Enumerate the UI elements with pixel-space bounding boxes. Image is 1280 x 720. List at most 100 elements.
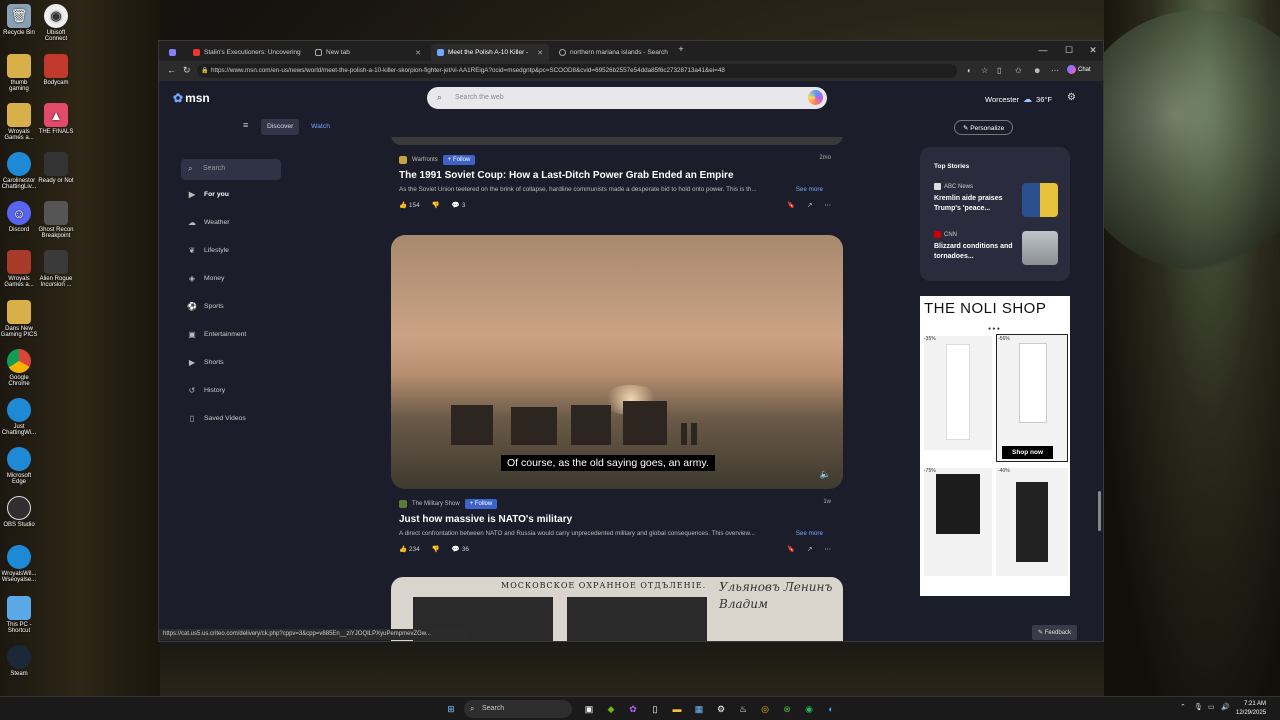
reader-icon[interactable]: ◐ <box>967 66 972 75</box>
previous-video-thumbnail[interactable] <box>391 137 843 145</box>
desktop-icon[interactable]: Just ChattingWi... <box>0 398 38 436</box>
share-icon[interactable]: ↗ <box>807 545 812 553</box>
desktop-icon[interactable]: This PC - Shortcut <box>0 596 38 634</box>
widgets-icon[interactable]: ◆ <box>604 702 618 716</box>
desktop-icon[interactable]: Bodycam <box>37 54 75 86</box>
sidebar-item-saved-videos[interactable]: ▯ Saved Videos <box>187 414 246 423</box>
close-tab-icon[interactable]: ✕ <box>415 49 421 57</box>
save-bookmark-icon[interactable]: 🔖 <box>787 545 795 553</box>
tab-discover[interactable]: Discover <box>261 119 300 135</box>
back-icon[interactable]: ← <box>167 65 176 75</box>
card-headline[interactable]: Just how massive is NATO's military <box>399 514 831 525</box>
ad-product-blouse[interactable] <box>924 468 992 576</box>
web-search-input[interactable]: ⌕ Search the web <box>427 87 827 109</box>
follow-button[interactable]: + Follow <box>464 499 498 509</box>
desktop-icon[interactable]: thumb gaming <box>0 54 38 92</box>
edge-icon[interactable]: ◐ <box>824 702 838 716</box>
profile-icon[interactable]: ☻ <box>1033 66 1041 75</box>
top-story-item[interactable]: CNN Blizzard conditions and tornadoes... <box>934 231 1058 265</box>
start-windows-icon[interactable]: ⊞ <box>444 702 458 716</box>
desktop-icon[interactable]: Ready or Not <box>37 152 75 184</box>
desktop-icon[interactable]: WroyalsWil... Wseoyalse... <box>0 545 38 583</box>
dislike-icon[interactable]: 👎 <box>432 545 440 553</box>
personalize-button[interactable]: ✎ Personalize <box>954 120 1014 135</box>
more-options-icon[interactable]: ⋯ <box>825 201 832 209</box>
desktop-icon[interactable]: ◉ Ubisoft Connect <box>37 4 75 42</box>
steam-icon[interactable]: ♨ <box>736 702 750 716</box>
see-more-link[interactable]: See more <box>796 186 823 193</box>
save-bookmark-icon[interactable]: 🔖 <box>787 201 795 209</box>
spotify-icon[interactable]: ◉ <box>802 702 816 716</box>
desktop-icon[interactable]: Ghost Recon Breakpoint <box>37 201 75 239</box>
desktop-icon[interactable]: 🗑 Recycle Bin <box>0 4 38 36</box>
hamburger-menu-icon[interactable]: ≡ <box>243 120 248 130</box>
sidebar-item-money[interactable]: ◈ Money <box>187 274 224 283</box>
sidebar-item-entertainment[interactable]: ▣ Entertainment <box>187 330 246 339</box>
split-screen-icon[interactable]: ▯ <box>997 66 1001 75</box>
ad-product-dress[interactable] <box>996 334 1068 462</box>
card-headline[interactable]: The 1991 Soviet Coup: How a Last-Ditch P… <box>399 170 831 181</box>
desktop-icon[interactable]: OBS Studio <box>0 496 38 528</box>
maximize-button[interactable]: ☐ <box>1059 45 1079 56</box>
shop-now-button[interactable]: Shop now <box>1002 446 1054 459</box>
copilot-chat-button[interactable]: Chat <box>1067 65 1091 74</box>
minimize-button[interactable]: — <box>1033 45 1053 55</box>
url-field[interactable]: 🔒 https://www.msn.com/en-us/news/world/m… <box>197 64 957 78</box>
settings-gear-icon[interactable]: ⚙ <box>714 702 728 716</box>
store-icon[interactable]: ▦ <box>692 702 706 716</box>
more-options-icon[interactable]: ⋯ <box>825 545 832 553</box>
task-view-icon[interactable]: ▣ <box>582 702 596 716</box>
mic-icon[interactable]: 🎙 <box>1194 703 1203 711</box>
tab-watch[interactable]: Watch <box>305 119 336 135</box>
noli-shop-ad[interactable]: THE NOLI SHOP ● ● ● -35% -56% Shop now -… <box>920 296 1070 596</box>
dislike-icon[interactable]: 👎 <box>432 201 440 209</box>
comment-button[interactable]: 💬 36 <box>452 545 469 553</box>
tab-new-tab[interactable]: New tab ✕ <box>309 44 427 61</box>
desktop-icon[interactable]: Carolinestor ChattingLiv... <box>0 152 38 190</box>
monitor-icon[interactable]: ▭ <box>1208 703 1215 711</box>
video-player[interactable]: Of course, as the old saying goes, an ar… <box>391 235 843 489</box>
desktop-icon[interactable]: Microsoft Edge <box>0 447 38 485</box>
taskbar-search[interactable]: ⌕ Search <box>464 700 572 718</box>
desktop-icon[interactable]: Steam <box>0 645 38 677</box>
like-button[interactable]: 👍 154 <box>399 201 420 209</box>
comment-button[interactable]: 💬 3 <box>452 201 466 209</box>
desktop-icon[interactable]: ☺ Discord <box>0 201 38 233</box>
chrome-icon[interactable]: ◎ <box>758 702 772 716</box>
scrollbar-thumb[interactable] <box>1098 491 1101 531</box>
weather-widget[interactable]: Worcester ☁ 36°F <box>985 94 1052 105</box>
new-tab-button[interactable]: + <box>671 44 691 54</box>
page-scrollbar[interactable] <box>1096 81 1103 641</box>
tab-stalin[interactable]: Stalin's Executioners: Uncovering ✕ <box>187 44 305 61</box>
msn-logo[interactable]: ✿ msn <box>173 91 210 105</box>
tab-mariana-search[interactable]: northern mariana islands - Search ✕ <box>553 44 671 61</box>
xbox-icon[interactable]: ⊗ <box>780 702 794 716</box>
like-button[interactable]: 👍 234 <box>399 545 420 553</box>
follow-button[interactable]: + Follow <box>442 155 476 165</box>
favorite-star-icon[interactable]: ☆ <box>981 66 988 75</box>
see-more-link[interactable]: See more <box>796 530 823 537</box>
volume-icon[interactable]: 🔊 <box>1221 703 1230 711</box>
desktop-icon[interactable]: Wroyals Games a... <box>0 103 38 141</box>
sidebar-item-for-you[interactable]: ▶ For you <box>187 190 229 199</box>
desktop-icon[interactable]: ▲ THE FINALS <box>37 103 75 135</box>
copilot-icon[interactable] <box>808 90 823 105</box>
sidebar-item-weather[interactable]: ☁ Weather <box>187 218 230 227</box>
desktop-icon[interactable]: Dans New Gaming PICS <box>0 300 38 338</box>
ad-product-jacket[interactable] <box>996 468 1068 576</box>
close-window-button[interactable]: ✕ <box>1083 45 1103 56</box>
copilot-icon[interactable]: ✿ <box>626 702 640 716</box>
close-tab-icon[interactable]: ✕ <box>537 49 543 57</box>
desktop-icon[interactable]: Google Chrome <box>0 349 38 387</box>
sidebar-search-input[interactable]: ⌕ Search <box>181 159 281 180</box>
desktop-icon[interactable]: Wroyals Games a... <box>0 250 38 288</box>
favorites-icon[interactable]: ✩ <box>1015 66 1022 75</box>
sidebar-item-lifestyle[interactable]: ❦ Lifestyle <box>187 246 229 255</box>
sidebar-item-sports[interactable]: ⚽ Sports <box>187 302 224 311</box>
tray-overflow-icon[interactable]: ⌃ <box>1180 703 1186 711</box>
settings-gear-icon[interactable]: ⚙ <box>1067 92 1076 103</box>
taskbar-clock[interactable]: 7:21 AM 12/29/2025 <box>1236 700 1266 718</box>
file-explorer-icon[interactable]: ▬ <box>670 702 684 716</box>
workspaces-icon[interactable] <box>165 44 183 61</box>
top-story-item[interactable]: ABC News Kremlin aide praises Trump's 'p… <box>934 183 1058 217</box>
